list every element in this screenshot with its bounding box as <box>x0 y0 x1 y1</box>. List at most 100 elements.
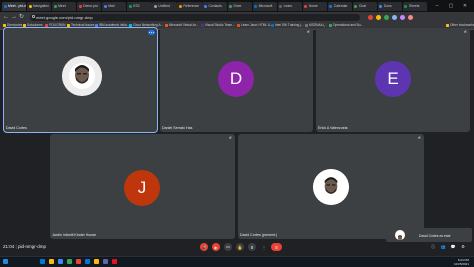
tab-label: Chat <box>358 4 366 8</box>
tab-label: Learn <box>283 4 293 8</box>
tab-label: Home <box>308 4 318 8</box>
tab-label: Untitled <box>158 4 170 8</box>
browser-tab[interactable]: Reference <box>177 2 202 11</box>
self-view-tile[interactable]: David Cortes es este <box>386 228 472 242</box>
browser-tab[interactable]: Meet - pid-nmgr-dmp <box>2 2 27 11</box>
leave-call-button[interactable]: ✆ <box>271 243 282 251</box>
present-button[interactable]: ⬆ <box>248 243 256 251</box>
activities-icon[interactable]: ⚙ <box>460 244 466 250</box>
participant-tile-jardin-infantil[interactable]: J ⚟ Jardin Infantil Kinder House <box>50 134 235 239</box>
browser-tab[interactable]: Meet <box>52 2 77 11</box>
more-options-button[interactable]: ⋮ <box>260 243 268 251</box>
reload-icon[interactable]: ↻ <box>19 13 24 21</box>
taskbar-app-icon[interactable] <box>58 259 63 264</box>
tab-label: Docs <box>383 4 392 8</box>
taskbar-app-icon[interactable] <box>112 259 117 264</box>
bookmark-label: Visual Studio Team... <box>205 23 235 27</box>
taskbar-app-icon[interactable] <box>40 259 45 264</box>
taskbar-app-icon[interactable] <box>85 259 90 264</box>
browser-tab[interactable]: Home <box>302 2 327 11</box>
maximize-button[interactable]: ▢ <box>446 2 456 10</box>
browser-tab[interactable]: Drive <box>227 2 252 11</box>
participant-tile-david-cortes-presentation[interactable]: ⚟ David Cortes (present.) <box>238 134 424 239</box>
minimize-button[interactable]: – <box>432 2 442 10</box>
address-text: meet.google.com/pid-nmgr-dmp <box>36 14 93 20</box>
forward-icon[interactable]: → <box>11 13 17 21</box>
captions-button[interactable]: CC <box>224 243 232 251</box>
tab-label: Calendar <box>333 4 348 8</box>
mic-icon: 🎤 <box>201 244 207 250</box>
camera-toggle-button[interactable]: ▶ <box>212 243 220 251</box>
tab-favicon-icon <box>329 5 333 8</box>
tab-label: ES2 <box>133 4 140 8</box>
tab-label: Meet - pid-nmgr-dmp <box>8 4 27 8</box>
extension-icon[interactable] <box>408 14 413 20</box>
browser-tab[interactable]: Untitled <box>152 2 177 11</box>
browser-tab[interactable]: Chat <box>352 2 378 11</box>
taskbar-app-icon[interactable] <box>103 259 108 264</box>
taskbar-app-icon[interactable] <box>94 259 99 264</box>
lock-icon <box>32 15 35 18</box>
tab-favicon-icon <box>128 5 132 8</box>
browser-tab[interactable]: Calendar <box>327 2 352 11</box>
back-icon[interactable]: ← <box>3 13 9 21</box>
extension-icon[interactable] <box>400 14 405 20</box>
tab-favicon-icon <box>53 5 57 8</box>
browser-tab[interactable]: Contacts <box>202 2 227 11</box>
browser-tab[interactable]: Mail <box>102 2 127 11</box>
extension-icon[interactable] <box>376 14 381 20</box>
browser-tab[interactable]: Sheets <box>402 2 428 11</box>
tab-favicon-icon <box>404 5 408 8</box>
extension-icon[interactable] <box>392 14 397 20</box>
chat-icon[interactable]: 💬 <box>450 244 456 250</box>
avatar-initial: E <box>387 69 399 88</box>
mic-toggle-button[interactable]: 🎤 <box>200 243 208 251</box>
taskbar-app-icon[interactable] <box>76 259 81 264</box>
person-photo-icon <box>313 169 349 205</box>
meeting-control-bar: 21:04 | pid-nmgr-dmp 🎤 ▶ CC ✋ ⬆ ⋮ ✆ ⓘ 👥 … <box>0 242 474 253</box>
meeting-details-icon[interactable]: ⓘ <box>430 244 436 250</box>
browser-tab[interactable]: Learn <box>277 2 302 11</box>
close-window-button[interactable]: ✕ <box>460 2 470 10</box>
browser-tab[interactable]: Demo pro <box>77 2 102 11</box>
tab-favicon-icon <box>254 5 258 8</box>
bookmark-label: MSDNAA (... <box>309 23 328 27</box>
participant-tile-david-cortes[interactable]: David Cortes <box>3 27 158 133</box>
address-bar[interactable]: meet.google.com/pid-nmgr-dmp <box>30 13 360 21</box>
raise-hand-button[interactable]: ✋ <box>236 243 244 251</box>
start-menu-icon[interactable] <box>3 259 8 264</box>
avatar: J <box>124 170 160 206</box>
taskbar-app-icon[interactable] <box>49 259 54 264</box>
taskbar-app-icon[interactable] <box>67 259 72 264</box>
extension-icon[interactable] <box>368 14 373 20</box>
tab-favicon-icon <box>304 5 308 8</box>
participant-name: David Cortes (present.) <box>240 233 278 237</box>
extension-icon[interactable] <box>384 14 389 20</box>
avatar-initial: D <box>229 69 243 88</box>
bookmark-favicon-icon <box>329 24 332 27</box>
tab-favicon-icon <box>78 5 82 8</box>
browser-tab[interactable]: ES2 <box>127 2 152 11</box>
participant-tile-erick-valenzuela[interactable]: E ⚟ Erick A Valenzuela <box>316 28 470 132</box>
people-icon[interactable]: 👥 <box>440 244 446 250</box>
tab-label: Drive <box>233 4 242 8</box>
browser-tab[interactable]: Docs <box>377 2 403 11</box>
browser-tab[interactable]: Navigation <box>27 2 52 11</box>
bookmark-label: Cisco Networking A... <box>133 23 164 27</box>
tab-favicon-icon <box>178 5 182 8</box>
bookmark-label: Intel SW Training (... <box>275 23 304 27</box>
bookmark-favicon-icon <box>129 24 132 27</box>
tab-favicon-icon <box>3 5 7 8</box>
bookmark-label: Technical Issues <box>71 23 95 27</box>
participant-tile-daniel-serrato[interactable]: D ⚟ Daniel Serrato Has <box>160 28 313 132</box>
meeting-time: 21:04 <box>3 244 15 249</box>
captions-icon: CC <box>225 245 231 249</box>
browser-tab[interactable]: Microsoft <box>252 2 277 11</box>
tab-label: Reference <box>183 4 200 8</box>
camera-icon: ▶ <box>214 244 218 250</box>
participant-name: Jardin Infantil Kinder House <box>52 233 97 237</box>
bookmark-favicon-icon <box>67 24 70 27</box>
avatar <box>313 169 349 205</box>
hand-icon: ✋ <box>237 244 243 250</box>
phone-hangup-icon: ✆ <box>274 244 279 250</box>
